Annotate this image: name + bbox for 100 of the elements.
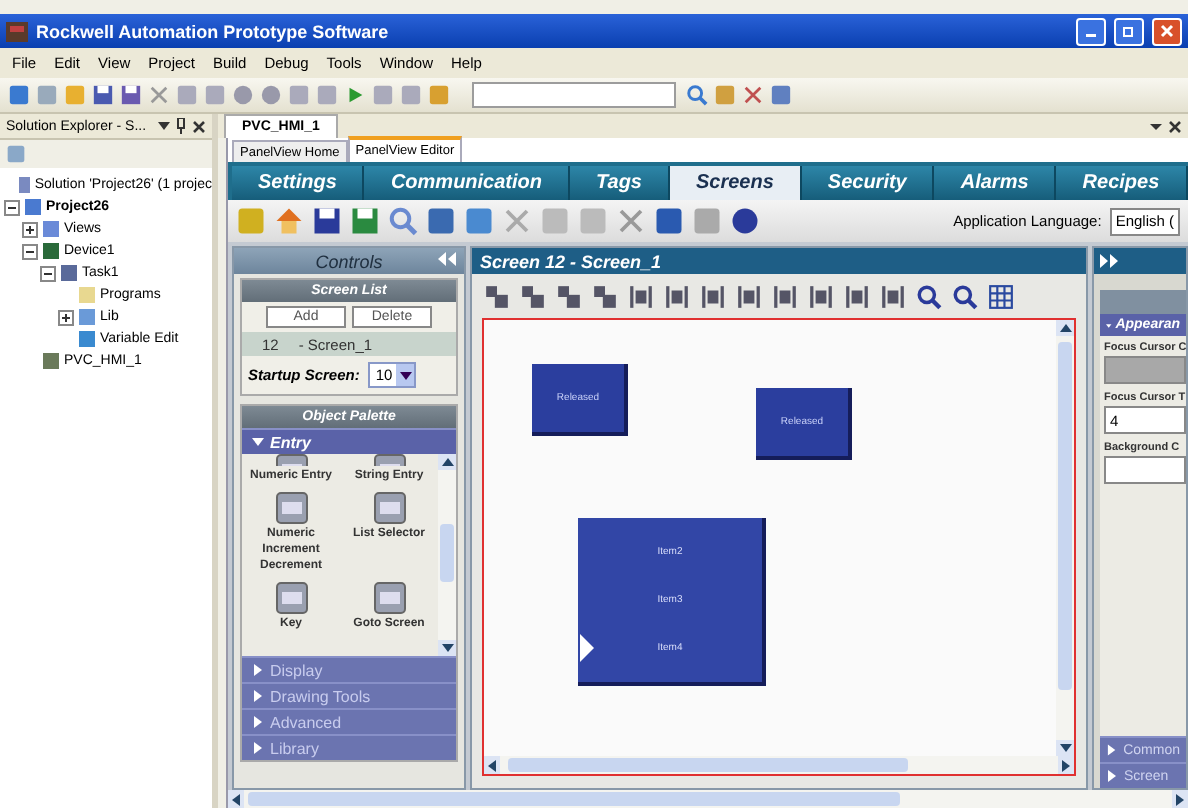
collapsed-icon <box>1106 770 1118 782</box>
dropdown-icon[interactable] <box>399 369 412 381</box>
numeric-entry-icon[interactable] <box>275 454 307 466</box>
combo-field[interactable] <box>472 82 676 108</box>
expander-toggle[interactable] <box>40 265 56 281</box>
scroll-left-icon[interactable] <box>486 759 498 771</box>
list-selector-icon[interactable] <box>373 492 405 524</box>
window-icon[interactable] <box>770 84 792 106</box>
ribbon-tab[interactable]: Screens <box>669 166 802 200</box>
spacing-icon[interactable] <box>808 283 834 309</box>
increment-decrement-icon[interactable] <box>275 492 307 524</box>
app-icon <box>6 21 28 41</box>
ribbon-tab[interactable]: Settings <box>232 166 365 200</box>
scroll-up-icon[interactable] <box>1059 322 1071 334</box>
scrollbar[interactable] <box>1056 320 1074 756</box>
minus-icon <box>6 201 18 213</box>
project-icon <box>24 198 42 216</box>
expanded-icon <box>252 436 264 448</box>
collapsed-icon <box>252 690 264 702</box>
scroll-thumb[interactable] <box>1058 341 1072 691</box>
plus-icon <box>60 311 72 323</box>
align-icon[interactable] <box>700 283 726 309</box>
solution-icon <box>18 176 31 194</box>
color-field[interactable] <box>1104 456 1186 484</box>
panel-title: Controls <box>315 251 383 271</box>
tools-icon[interactable] <box>742 84 764 106</box>
align-icon[interactable] <box>592 283 618 309</box>
screen-title: Screen 12 - Screen_1 <box>472 248 1086 274</box>
close-icon[interactable] <box>192 119 206 133</box>
cut-icon[interactable] <box>148 84 170 106</box>
spacing-icon[interactable] <box>880 283 906 309</box>
save-as-icon[interactable] <box>350 206 380 236</box>
ribbon-tab[interactable]: Recipes <box>1056 166 1188 200</box>
color-field[interactable] <box>1104 356 1186 384</box>
collapsed-icon <box>252 664 264 676</box>
palette-section[interactable]: Entry <box>242 428 456 454</box>
close-icon <box>1160 24 1174 38</box>
collapse-icon[interactable] <box>438 252 456 266</box>
minimize-button[interactable] <box>1076 17 1106 45</box>
help-icon[interactable] <box>730 206 760 236</box>
preview-icon[interactable] <box>388 206 418 236</box>
save-all-icon[interactable] <box>120 84 142 106</box>
grid-icon[interactable] <box>988 283 1014 309</box>
expander-toggle[interactable] <box>58 309 74 325</box>
expander-toggle[interactable] <box>22 221 38 237</box>
expander-toggle[interactable] <box>4 199 20 215</box>
scroll-thumb[interactable] <box>440 524 454 582</box>
task-icon <box>60 264 78 282</box>
start-icon[interactable] <box>344 84 366 106</box>
string-entry-icon[interactable] <box>373 454 405 466</box>
align-icon[interactable] <box>664 283 690 309</box>
cursor-icon <box>580 634 594 662</box>
undo-icon[interactable] <box>654 206 684 236</box>
ribbon-tab[interactable]: Communication <box>364 166 571 200</box>
zoom-in-icon[interactable] <box>916 283 942 309</box>
key-icon[interactable] <box>275 582 307 614</box>
variables-icon <box>78 330 96 348</box>
restore-icon <box>1122 24 1136 38</box>
scroll-thumb[interactable] <box>507 758 909 772</box>
pin-icon[interactable] <box>176 118 186 134</box>
goto-screen-icon[interactable] <box>373 582 405 614</box>
hmi-icon <box>42 352 60 370</box>
scroll-thumb[interactable] <box>247 792 900 806</box>
zoom-out-icon[interactable] <box>952 283 978 309</box>
collapsed-icon <box>1106 744 1118 756</box>
screen-check-icon[interactable] <box>464 206 494 236</box>
scrollbar[interactable] <box>484 756 1074 774</box>
save-icon[interactable] <box>92 84 114 106</box>
spacing-icon[interactable] <box>844 283 870 309</box>
save-icon[interactable] <box>312 206 342 236</box>
new-project-icon[interactable] <box>8 84 30 106</box>
close-icon[interactable] <box>1166 116 1184 136</box>
device-icon <box>42 242 60 260</box>
restore-button[interactable] <box>1114 17 1144 45</box>
align-icon[interactable] <box>484 283 510 309</box>
expand-icon[interactable] <box>1100 254 1118 268</box>
screen-check-icon[interactable] <box>426 206 456 236</box>
ribbon-tab[interactable]: Security <box>801 166 935 200</box>
collapsed-icon <box>252 716 264 728</box>
lib-icon <box>78 308 96 326</box>
scrollbar[interactable] <box>228 790 1188 808</box>
redo-icon[interactable] <box>260 84 282 106</box>
collapsed-icon <box>252 742 264 754</box>
align-icon[interactable] <box>736 283 762 309</box>
close-button[interactable] <box>1152 17 1182 45</box>
dropdown-icon[interactable] <box>158 122 170 130</box>
ribbon-tab[interactable]: Tags <box>570 166 670 200</box>
undo-icon[interactable] <box>232 84 254 106</box>
views-icon <box>42 220 60 238</box>
align-icon[interactable] <box>556 283 582 309</box>
find-icon[interactable] <box>686 84 708 106</box>
window-title: Rockwell Automation Prototype Software <box>36 21 391 41</box>
align-icon[interactable] <box>520 283 546 309</box>
plus-icon <box>24 223 36 235</box>
spacing-icon[interactable] <box>772 283 798 309</box>
align-icon[interactable] <box>628 283 654 309</box>
ribbon-tab[interactable]: Alarms <box>934 166 1057 200</box>
expander-toggle[interactable] <box>22 243 38 259</box>
delete-icon[interactable] <box>616 206 646 236</box>
scrollbar[interactable] <box>438 454 456 656</box>
